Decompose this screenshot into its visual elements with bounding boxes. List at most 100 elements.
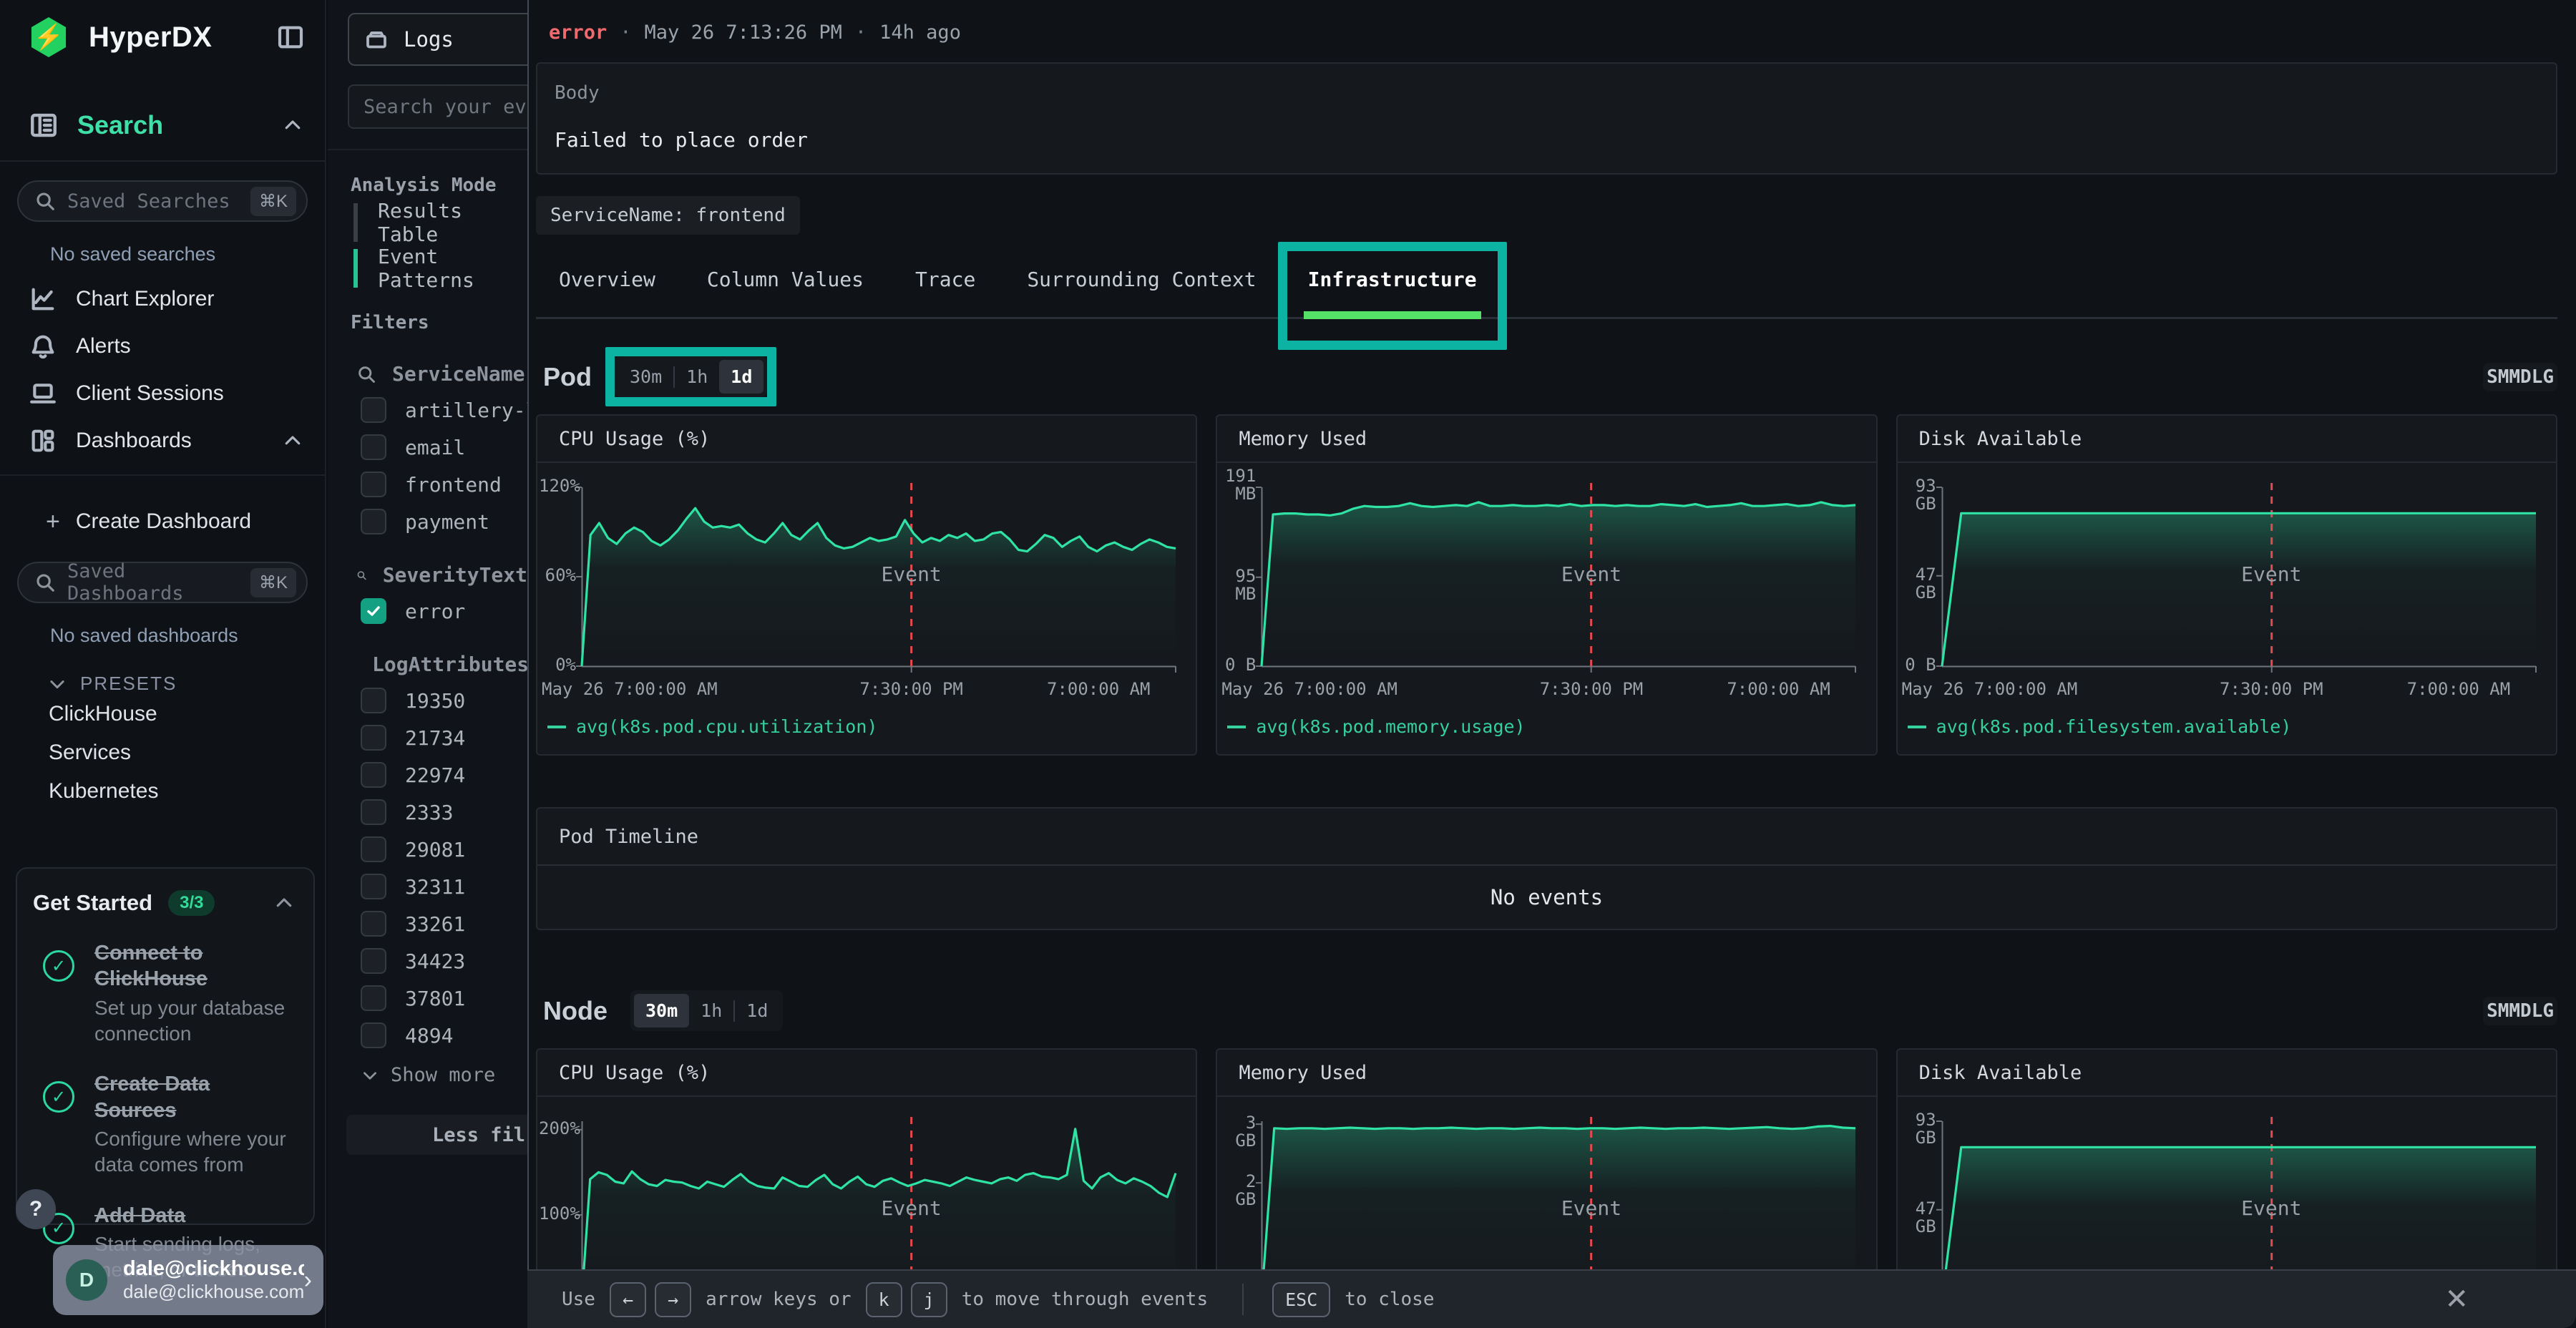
node-range-1h[interactable]: 1h xyxy=(689,994,733,1027)
help-button[interactable]: ? xyxy=(16,1189,56,1229)
filter-group-severitytext[interactable]: SeverityText xyxy=(356,563,527,587)
presets-toggle[interactable]: PRESETS xyxy=(47,673,325,695)
checkbox[interactable] xyxy=(361,911,386,937)
filter-option[interactable]: artillery-loa xyxy=(361,397,527,423)
filter-option[interactable]: payment xyxy=(361,509,527,534)
body-value: Failed to place order xyxy=(555,128,2539,152)
get-started-item[interactable]: ✓ Connect to ClickHouse Set up your data… xyxy=(33,940,295,1047)
chart-legend[interactable]: avg(k8s.pod.filesystem.available) xyxy=(1908,716,2292,737)
filter-option[interactable]: 21734 xyxy=(361,725,527,751)
checkbox[interactable] xyxy=(361,1022,386,1048)
right-arrow-key[interactable]: → xyxy=(655,1282,691,1317)
checkbox[interactable] xyxy=(361,948,386,974)
y-axis-tick: 93 GB xyxy=(1899,1111,1936,1147)
tab-infrastructure[interactable]: Infrastructure xyxy=(1308,249,1477,317)
checkbox[interactable] xyxy=(361,472,386,497)
checkbox[interactable] xyxy=(361,985,386,1011)
sidebar-item-kubernetes[interactable]: Kubernetes xyxy=(0,772,325,811)
get-started-item[interactable]: ✓ Create Data Sources Configure where yo… xyxy=(33,1071,295,1178)
pod-size-sm[interactable]: SM xyxy=(2487,366,2509,388)
hyperdx-logo-icon: ⚡ xyxy=(29,17,69,57)
user-team: dale@clickhouse.com's xyxy=(123,1281,304,1303)
checkbox[interactable] xyxy=(361,836,386,862)
chevron-up-icon[interactable] xyxy=(282,430,303,451)
chart-legend[interactable]: avg(k8s.pod.memory.usage) xyxy=(1227,716,1525,737)
pod-range-1d[interactable]: 1d xyxy=(719,360,763,394)
create-dashboard-button[interactable]: + Create Dashboard xyxy=(0,500,325,543)
collapse-sidebar-icon[interactable] xyxy=(276,23,305,52)
tab-column-values[interactable]: Column Values xyxy=(707,249,864,317)
filter-option[interactable]: 33261 xyxy=(361,911,527,937)
pod-charts-row: CPU Usage (%) 120%60%0%May 26 7:00:00 AM… xyxy=(536,414,2557,756)
pod-size-lg[interactable]: LG xyxy=(2532,366,2554,388)
sidebar-item-search[interactable]: Search xyxy=(0,100,325,150)
tab-surrounding-context[interactable]: Surrounding Context xyxy=(1027,249,1256,317)
close-icon[interactable]: ✕ xyxy=(2444,1283,2469,1316)
node-size-sm[interactable]: SM xyxy=(2487,1000,2509,1022)
checkbox[interactable] xyxy=(361,397,386,423)
saved-dashboards-placeholder: Saved Dashboards xyxy=(67,560,250,605)
filter-option[interactable]: 4894 xyxy=(361,1022,527,1048)
node-size-lg[interactable]: LG xyxy=(2532,1000,2554,1022)
user-menu[interactable]: D dale@clickhouse.com dale@clickhouse.co… xyxy=(53,1245,323,1315)
servicename-tag[interactable]: ServiceName: frontend xyxy=(536,196,800,235)
chevron-up-icon[interactable] xyxy=(273,892,295,914)
filter-group-servicename[interactable]: ServiceName xyxy=(356,362,527,386)
chevron-down-icon xyxy=(47,674,67,694)
search-events-input[interactable]: Search your ev xyxy=(348,84,527,129)
filter-option[interactable]: 37801 xyxy=(361,985,527,1011)
j-key[interactable]: j xyxy=(911,1282,947,1317)
filter-option[interactable]: 34423 xyxy=(361,948,527,974)
sidebar-item-services[interactable]: Services xyxy=(0,733,325,772)
mode-results-table[interactable]: Results Table xyxy=(353,203,527,242)
sidebar-item-chart-explorer[interactable]: Chart Explorer xyxy=(0,275,325,323)
sidebar-item-dashboards[interactable]: Dashboards xyxy=(0,417,325,464)
k-key[interactable]: k xyxy=(866,1282,902,1317)
checkbox[interactable] xyxy=(361,762,386,788)
y-axis-tick: 47 GB xyxy=(1899,1200,1936,1236)
filter-option[interactable]: 32311 xyxy=(361,874,527,899)
x-axis-tick: May 26 7:00:00 AM xyxy=(542,679,718,699)
sidebar-item-alerts[interactable]: Alerts xyxy=(0,323,325,370)
checkbox[interactable] xyxy=(361,874,386,899)
checkbox-checked[interactable] xyxy=(361,598,386,624)
event-marker-label: Event xyxy=(881,562,941,586)
filter-option-error[interactable]: error xyxy=(361,598,527,624)
pod-range-1h[interactable]: 1h xyxy=(675,360,719,394)
checkbox[interactable] xyxy=(361,688,386,713)
filter-option[interactable]: 2333 xyxy=(361,799,527,825)
chart-title: CPU Usage (%) xyxy=(537,1050,1196,1097)
chevron-up-icon[interactable] xyxy=(282,114,303,136)
sidebar-item-client-sessions[interactable]: Client Sessions xyxy=(0,370,325,417)
filter-option[interactable]: frontend xyxy=(361,472,527,497)
checkbox[interactable] xyxy=(361,725,386,751)
pod-size-md[interactable]: MD xyxy=(2509,366,2531,388)
filter-group-logattributes[interactable]: LogAttributes xyxy=(356,653,527,676)
sidebar-item-clickhouse[interactable]: ClickHouse xyxy=(0,695,325,733)
left-arrow-key[interactable]: ← xyxy=(610,1282,646,1317)
checkbox[interactable] xyxy=(361,799,386,825)
x-axis-tick: 7:30:00 PM xyxy=(859,679,963,699)
tab-overview[interactable]: Overview xyxy=(559,249,655,317)
node-range-1d[interactable]: 1d xyxy=(735,994,779,1027)
saved-searches-input[interactable]: Saved Searches ⌘K xyxy=(17,180,308,222)
filter-option[interactable]: 19350 xyxy=(361,688,527,713)
node-range-30m[interactable]: 30m xyxy=(634,994,689,1027)
filter-option[interactable]: 22974 xyxy=(361,762,527,788)
saved-dashboards-input[interactable]: Saved Dashboards ⌘K xyxy=(17,562,308,603)
divider xyxy=(0,474,325,476)
less-filters-button[interactable]: Less fil xyxy=(346,1115,527,1155)
source-select[interactable]: Logs xyxy=(348,13,527,66)
mode-event-patterns[interactable]: Event Patterns xyxy=(353,249,527,288)
checkbox[interactable] xyxy=(361,434,386,460)
node-size-md[interactable]: MD xyxy=(2509,1000,2531,1022)
y-axis-tick: 191MB xyxy=(1219,467,1256,503)
checkbox[interactable] xyxy=(361,509,386,534)
tab-trace[interactable]: Trace xyxy=(915,249,975,317)
pod-range-30m[interactable]: 30m xyxy=(618,360,673,394)
chart-legend[interactable]: avg(k8s.pod.cpu.utilization) xyxy=(547,716,877,737)
filter-option[interactable]: email xyxy=(361,434,527,460)
show-more-button[interactable]: Show more xyxy=(361,1064,527,1086)
filter-option[interactable]: 29081 xyxy=(361,836,527,862)
esc-key[interactable]: ESC xyxy=(1272,1282,1330,1317)
